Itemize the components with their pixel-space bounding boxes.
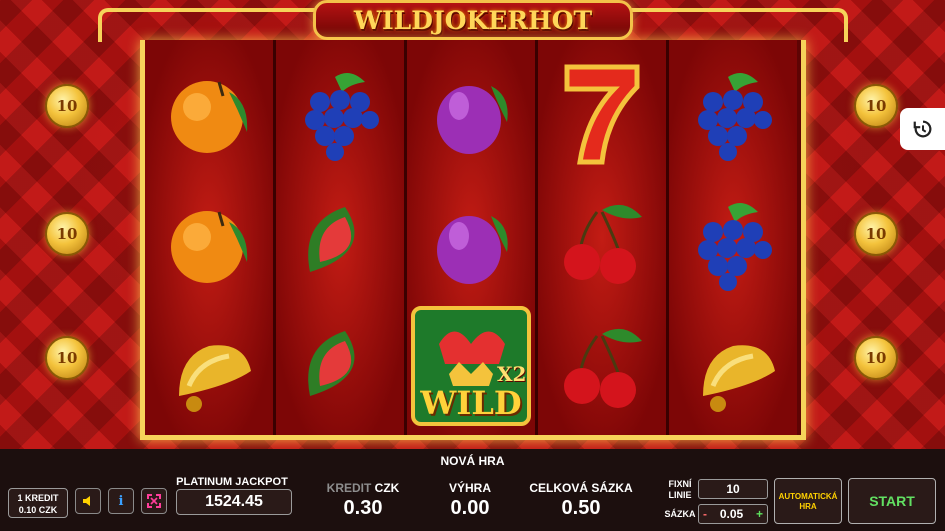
symbol-orange	[145, 48, 273, 176]
fixed-lines-label: FIXNÍ LINIE	[662, 479, 698, 501]
line-coin-right-2: 10	[854, 212, 898, 256]
history-icon	[913, 120, 931, 138]
celkova-sazka-stat: CELKOVÁ SÁZKA 0.50	[525, 481, 637, 520]
vyhra-label: VÝHRA	[448, 481, 491, 495]
celkova-sazka-value: 0.50	[561, 497, 601, 519]
fullscreen-button[interactable]	[141, 488, 167, 514]
vyhra-value: 0.00	[450, 497, 490, 519]
fixed-lines-value: 10	[698, 479, 768, 499]
symbol-grapes	[669, 48, 797, 176]
jackpot-label: PLATINUM JACKPOT	[176, 476, 288, 488]
symbol-bell	[145, 302, 273, 430]
credit-line-1: 1 KREDIT	[17, 493, 59, 503]
vyhra-stat: VÝHRA 0.00	[425, 481, 515, 520]
kredit-unit: CZK	[374, 481, 400, 495]
sound-button[interactable]	[75, 488, 101, 514]
line-coin-left-2: 10	[45, 212, 89, 256]
line-coin-left-1: 10	[45, 84, 89, 128]
wild-multiplier: X2	[497, 362, 527, 386]
coin-label: 10	[865, 349, 887, 367]
symbol-seven	[538, 48, 666, 176]
new-game-label: NOVÁ HRA	[440, 454, 505, 468]
credit-value-button[interactable]: 1 KREDIT 0.10 CZK	[8, 488, 68, 518]
history-button[interactable]	[900, 108, 945, 150]
symbol-bell	[669, 302, 797, 430]
bet-decrease-button[interactable]: -	[703, 505, 707, 523]
coin-label: 10	[865, 97, 887, 115]
celkova-sazka-label: CELKOVÁ SÁZKA	[529, 481, 633, 495]
symbol-plum	[407, 48, 535, 176]
info-button[interactable]: i	[108, 488, 134, 514]
fullscreen-icon	[147, 494, 161, 508]
symbol-cherries	[538, 302, 666, 430]
kredit-label: KREDIT	[326, 481, 372, 495]
fixed-lines-label-1: FIXNÍ	[668, 479, 692, 489]
reels-area: X2 WILD	[140, 40, 806, 440]
start-button[interactable]: START	[848, 478, 936, 524]
symbol-plum	[407, 178, 535, 306]
coin-label: 10	[865, 225, 887, 243]
wild-label: WILD	[420, 384, 522, 422]
coin-label: 10	[56, 349, 78, 367]
kredit-value: 0.30	[343, 497, 383, 519]
fixed-lines-label-2: LINIE	[668, 490, 692, 500]
autoplay-label-2: HRA	[799, 502, 817, 511]
symbol-grapes	[276, 48, 404, 176]
line-coin-left-3: 10	[45, 336, 89, 380]
symbol-watermelon	[276, 178, 404, 306]
bet-value: 0.05	[719, 507, 744, 521]
bet-label: SÁZKA	[664, 509, 696, 519]
coin-label: 10	[56, 225, 78, 243]
game-title: WILDJOKERHOT	[353, 5, 593, 35]
autoplay-button[interactable]: AUTOMATICKÁ HRA	[774, 478, 842, 524]
credit-line-2: 0.10 CZK	[18, 505, 58, 515]
symbol-watermelon	[276, 302, 404, 430]
game-logo: WILDJOKERHOT	[313, 0, 633, 40]
jackpot-value: 1524.45	[176, 489, 292, 515]
speaker-icon	[83, 496, 90, 506]
line-coin-right-3: 10	[854, 336, 898, 380]
bet-stepper: - 0.05 +	[698, 504, 768, 524]
info-icon: i	[118, 493, 124, 509]
bet-increase-button[interactable]: +	[756, 505, 763, 523]
symbol-cherries	[538, 178, 666, 306]
kredit-stat: KREDIT CZK 0.30	[318, 481, 408, 520]
autoplay-label-1: AUTOMATICKÁ	[778, 492, 838, 501]
symbol-grapes	[669, 178, 797, 306]
line-coin-right-1: 10	[854, 84, 898, 128]
coin-label: 10	[56, 97, 78, 115]
symbol-orange	[145, 178, 273, 306]
